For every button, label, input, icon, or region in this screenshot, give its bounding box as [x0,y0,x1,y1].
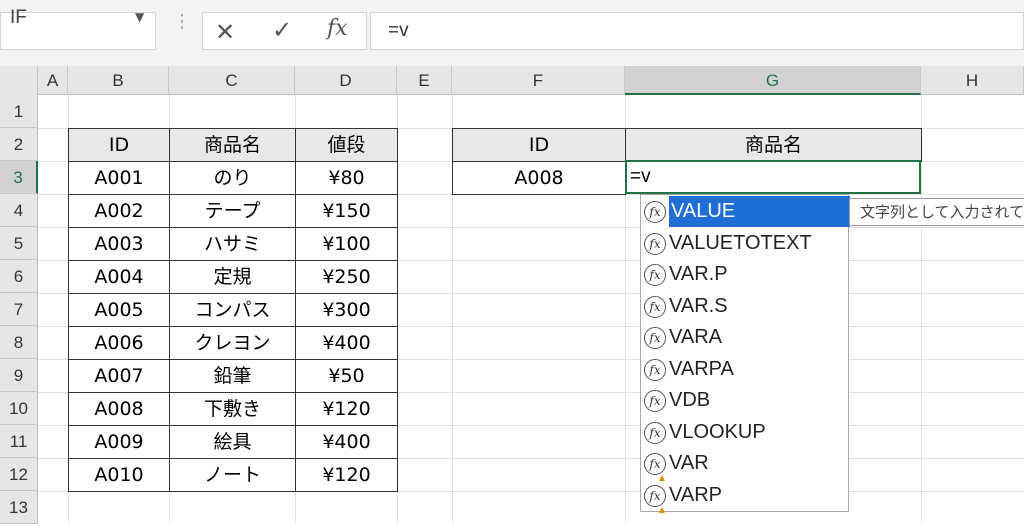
function-icon: fx [644,358,666,381]
select-all-corner[interactable] [0,66,38,95]
autocomplete-item-label: VLOOKUP [669,420,766,443]
chevron-down-icon[interactable]: ▼ [135,10,144,24]
table-cell-price[interactable]: ¥50 [295,359,398,393]
column-header-b[interactable]: B [68,66,169,95]
lookup-header-name[interactable]: 商品名 [625,128,922,162]
table-cell-id[interactable]: A002 [68,194,170,228]
table-cell-price[interactable]: ¥80 [295,161,398,195]
autocomplete-item[interactable]: fx ▲ VARP [641,480,848,516]
autocomplete-item[interactable]: fx VLOOKUP [641,417,848,449]
table-cell-price[interactable]: ¥400 [295,425,398,459]
function-tooltip: 文字列として入力されて [849,198,1024,226]
table-cell-price[interactable]: ¥150 [295,194,398,228]
column-header-h[interactable]: H [921,66,1024,95]
table-header-price[interactable]: 値段 [295,128,398,162]
autocomplete-item-label: VARA [669,326,722,348]
function-icon: fx [644,295,666,318]
autocomplete-item-label: VDB [669,389,711,411]
row-header-6[interactable]: 6 [0,260,38,293]
formula-input[interactable] [370,12,1024,50]
function-icon: fx [644,421,666,444]
table-cell-id[interactable]: A008 [68,392,170,426]
table-cell-name[interactable]: 定規 [169,260,296,294]
column-header-a[interactable]: A [38,66,68,95]
row-header-1[interactable]: 1 [0,95,38,128]
column-header-e[interactable]: E [397,66,452,95]
autocomplete-item-label: VALUE [669,196,850,227]
table-cell-price[interactable]: ¥250 [295,260,398,294]
warning-icon: ▲ [657,504,667,516]
autocomplete-item[interactable]: fx VALUETOTEXT [641,228,848,260]
row-header-11[interactable]: 11 [0,425,38,458]
lookup-header-id[interactable]: ID [452,128,626,162]
active-cell-g3[interactable] [625,160,921,194]
insert-function-icon[interactable]: fx [327,16,348,41]
name-box-value: IF [10,7,27,28]
autocomplete-item[interactable]: fx VAR.P [641,259,848,291]
autocomplete-item-label: VAR.P [669,263,728,285]
function-icon: fx [644,201,666,223]
row-header-2[interactable]: 2 [0,128,38,161]
row-header-4[interactable]: 4 [0,194,38,227]
row-header-10[interactable]: 10 [0,392,38,425]
enter-icon[interactable]: ✓ [272,16,292,44]
table-header-name[interactable]: 商品名 [169,128,296,162]
table-cell-name[interactable]: 下敷き [169,392,296,426]
table-cell-name[interactable]: クレヨン [169,326,296,360]
table-cell-price[interactable]: ¥120 [295,458,398,492]
function-icon: fx [644,232,666,255]
table-cell-name[interactable]: テープ [169,194,296,228]
table-cell-name[interactable]: 絵具 [169,425,296,459]
autocomplete-item[interactable]: fx VAR.S [641,291,848,323]
function-icon: fx [644,264,666,286]
table-cell-id[interactable]: A001 [68,161,170,195]
table-cell-price[interactable]: ¥400 [295,326,398,360]
table-cell-id[interactable]: A010 [68,458,170,492]
table-cell-id[interactable]: A005 [68,293,170,327]
autocomplete-item-label: VARPA [669,357,734,380]
table-cell-id[interactable]: A004 [68,260,170,294]
table-cell-name[interactable]: のり [169,161,296,195]
drag-handle-icon[interactable]: ⋮ [173,13,191,31]
table-cell-id[interactable]: A007 [68,359,170,393]
column-header-g[interactable]: G [625,66,921,95]
table-cell-price[interactable]: ¥100 [295,227,398,261]
table-cell-name[interactable]: 鉛筆 [169,359,296,393]
autocomplete-item[interactable]: fx VDB [641,385,848,417]
table-cell-name[interactable]: ノート [169,458,296,492]
autocomplete-item[interactable]: fx VARPA [641,354,848,386]
table-cell-price[interactable]: ¥300 [295,293,398,327]
table-cell-id[interactable]: A009 [68,425,170,459]
table-cell-price[interactable]: ¥120 [295,392,398,426]
cancel-icon[interactable]: ✕ [215,18,235,46]
table-cell-name[interactable]: コンパス [169,293,296,327]
table-cell-id[interactable]: A003 [68,227,170,261]
row-header-12[interactable]: 12 [0,458,38,491]
row-header-13[interactable]: 13 [0,491,38,524]
column-header-f[interactable]: F [452,66,625,95]
formula-text: =v [388,20,409,41]
table-cell-name[interactable]: ハサミ [169,227,296,261]
lookup-id-cell[interactable]: A008 [452,161,626,195]
table-cell-id[interactable]: A006 [68,326,170,360]
row-header-3[interactable]: 3 [0,161,38,194]
autocomplete-item-label: VARP [669,483,722,506]
autocomplete-item-label: VAR [669,452,709,474]
row-header-5[interactable]: 5 [0,227,38,260]
autocomplete-item[interactable]: fx VARA [641,322,848,354]
row-header-9[interactable]: 9 [0,359,38,392]
row-header-7[interactable]: 7 [0,293,38,326]
function-icon: fx [644,390,666,412]
autocomplete-item-label: VAR.S [669,294,728,317]
column-header-c[interactable]: C [169,66,295,95]
autocomplete-item[interactable]: fx ▲ VAR [641,448,848,484]
function-icon: fx [644,327,666,349]
autocomplete-item[interactable]: fx VALUE [641,196,850,228]
active-cell-input: =v [630,166,651,187]
autocomplete-item-label: VALUETOTEXT [669,231,812,254]
table-header-id[interactable]: ID [68,128,170,162]
column-header-d[interactable]: D [295,66,397,95]
row-header-8[interactable]: 8 [0,326,38,359]
